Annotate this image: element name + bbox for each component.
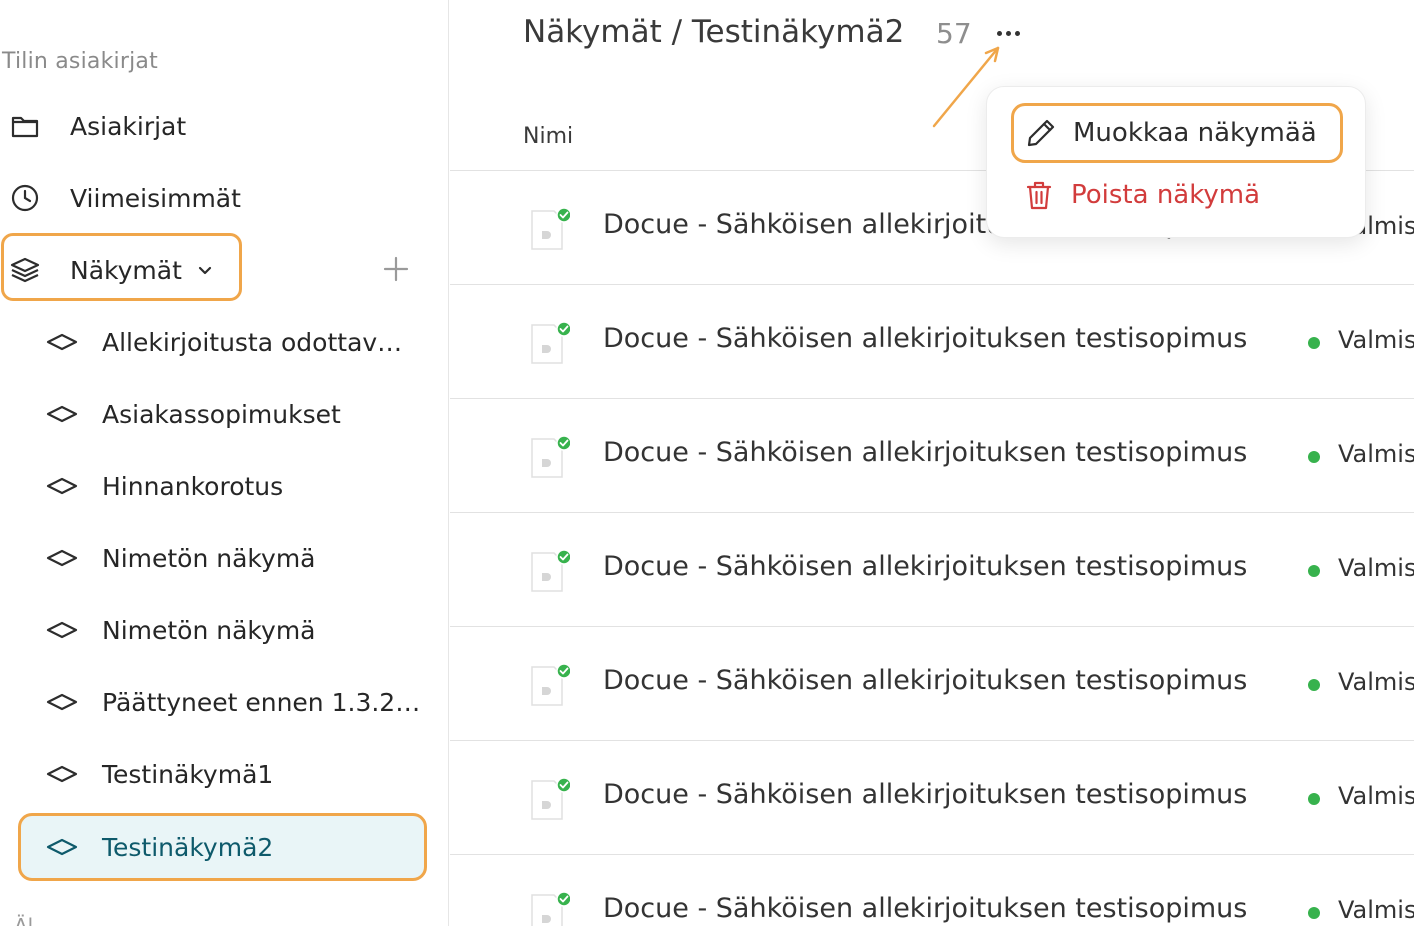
layers-icon: [0, 254, 60, 286]
document-title: Docue - Sähköisen allekirjoituksen testi…: [603, 437, 1248, 468]
document-title: Docue - Sähköisen allekirjoituksen testi…: [603, 779, 1248, 810]
view-diamond-icon: [42, 542, 82, 574]
status-label: Valmis: [1338, 326, 1414, 354]
view-diamond-icon: [42, 614, 82, 646]
delete-view-menu-item[interactable]: Poista näkymä: [1024, 175, 1260, 215]
document-signed-icon: [531, 777, 570, 820]
sidebar-item-views[interactable]: Näkymät: [0, 236, 214, 304]
breadcrumb: Näkymät / Testinäkymä2: [523, 14, 905, 50]
sidebar-item-label: Allekirjoitusta odottav…: [102, 327, 403, 357]
table-row[interactable]: Docue - Sähköisen allekirjoituksen testi…: [450, 399, 1414, 513]
sidebar-item-view-active[interactable]: Testinäkymä2: [0, 813, 273, 881]
sidebar-item-view[interactable]: Hinnankorotus: [0, 452, 283, 520]
edit-view-label: Muokkaa näkymää: [1073, 118, 1317, 148]
table-row[interactable]: Docue - Sähköisen allekirjoituksen testi…: [450, 627, 1414, 741]
view-options-menu: Muokkaa näkymää Poista näkymä: [986, 86, 1366, 238]
sidebar-item-label: Testinäkymä1: [102, 759, 274, 789]
sidebar: Tilin asiakirjat Asiakirjat Viimeisimmät: [0, 0, 449, 926]
next-section-label: Äl…: [14, 914, 54, 926]
pencil-icon: [1024, 116, 1058, 150]
sidebar-item-label: Testinäkymä2: [102, 832, 274, 862]
status-dot: [1308, 565, 1320, 577]
view-diamond-icon: [42, 758, 82, 790]
sidebar-item-recent[interactable]: Viimeisimmät: [0, 164, 241, 232]
status-dot: [1308, 337, 1320, 349]
section-label: Tilin asiakirjat: [2, 49, 158, 74]
document-signed-icon: [531, 549, 570, 592]
document-title: Docue - Sähköisen allekirjoituksen testi…: [603, 323, 1248, 354]
sidebar-item-label: Asiakassopimukset: [102, 399, 341, 429]
view-diamond-icon: [42, 326, 82, 358]
sidebar-item-label: Näkymät: [70, 255, 182, 285]
table-row[interactable]: Docue - Sähköisen allekirjoituksen testi…: [450, 285, 1414, 399]
status-dot: [1308, 679, 1320, 691]
document-title: Docue - Sähköisen allekirjoituksen testi…: [603, 665, 1248, 696]
document-signed-icon: [531, 435, 570, 478]
sidebar-item-label: Nimetön näkymä: [102, 543, 316, 573]
document-title: Docue - Sähköisen allekirjoituksen testi…: [603, 893, 1248, 924]
sidebar-item-view[interactable]: Asiakassopimukset: [0, 380, 341, 448]
sidebar-item-label: Päättyneet ennen 1.3.2…: [102, 687, 421, 717]
document-signed-icon: [531, 321, 570, 364]
more-dots-icon: [996, 30, 1002, 36]
edit-view-menu-item[interactable]: Muokkaa näkymää: [1011, 103, 1343, 163]
sidebar-item-view[interactable]: Nimetön näkymä: [0, 524, 316, 592]
sidebar-item-view[interactable]: Nimetön näkymä: [0, 596, 316, 664]
table-row[interactable]: Docue - Sähköisen allekirjoituksen testi…: [450, 513, 1414, 627]
sidebar-item-view[interactable]: Allekirjoitusta odottav…: [0, 308, 402, 376]
document-signed-icon: [531, 207, 570, 250]
status-label: Valmis: [1338, 782, 1414, 810]
sidebar-item-label: Viimeisimmät: [70, 183, 241, 213]
sidebar-item-view[interactable]: Testinäkymä1: [0, 740, 273, 808]
status-label: Valmis: [1338, 668, 1414, 696]
document-signed-icon: [531, 663, 570, 706]
column-header-name[interactable]: Nimi: [523, 124, 573, 149]
status-dot: [1308, 907, 1320, 919]
status-label: Valmis: [1338, 554, 1414, 582]
status-label: Valmis: [1338, 440, 1414, 468]
status-dot: [1308, 451, 1320, 463]
table-row[interactable]: Docue - Sähköisen allekirjoituksen testi…: [450, 855, 1414, 926]
status-label: Valmis: [1338, 896, 1414, 924]
delete-view-label: Poista näkymä: [1071, 180, 1261, 210]
sidebar-item-documents[interactable]: Asiakirjat: [0, 92, 186, 160]
clock-icon: [0, 182, 60, 214]
folder-icon: [0, 110, 60, 142]
view-diamond-icon: [42, 831, 82, 863]
sidebar-item-label: Hinnankorotus: [102, 471, 284, 501]
chevron-down-icon[interactable]: [196, 261, 214, 279]
document-signed-icon: [531, 891, 570, 926]
sidebar-item-view[interactable]: Päättyneet ennen 1.3.2…: [0, 668, 420, 736]
add-view-button[interactable]: [380, 253, 412, 285]
plus-icon: [383, 256, 409, 282]
status-dot: [1308, 793, 1320, 805]
view-diamond-icon: [42, 398, 82, 430]
table-row[interactable]: Docue - Sähköisen allekirjoituksen testi…: [450, 741, 1414, 855]
document-title: Docue - Sähköisen allekirjoituksen testi…: [603, 551, 1248, 582]
view-diamond-icon: [42, 470, 82, 502]
view-diamond-icon: [42, 686, 82, 718]
sidebar-item-label: Asiakirjat: [70, 111, 187, 141]
trash-icon: [1024, 178, 1054, 212]
sidebar-item-label: Nimetön näkymä: [102, 615, 316, 645]
